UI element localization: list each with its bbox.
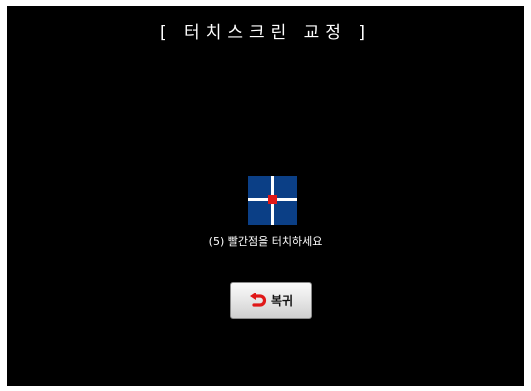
back-button[interactable]: 복귀 [230,282,312,319]
instruction-text: (5) 빨간점을 터치하세요 [208,235,323,248]
page-title: [ 터치스크린 교정 ] [160,23,371,43]
back-button-label: 복귀 [270,294,294,308]
red-target-dot[interactable] [268,195,277,204]
calibration-target[interactable] [248,176,297,225]
calibration-screen: [ 터치스크린 교정 ] (5) 빨간점을 터치하세요 복귀 [7,6,524,386]
return-arrow-icon [249,291,267,309]
